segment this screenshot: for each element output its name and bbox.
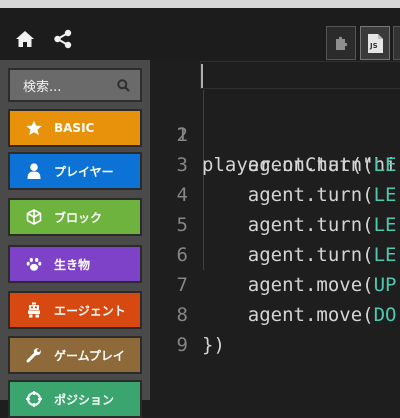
code-text[interactable]: agent.turn(LE — [202, 150, 397, 180]
editor-header: JS — [0, 8, 400, 60]
code-line[interactable]: 7 agent.move(DO — [150, 240, 397, 326]
code-line[interactable]: 8 }) — [150, 270, 225, 356]
search-icon[interactable] — [117, 78, 130, 92]
code-text[interactable]: agent.move(DO — [202, 300, 397, 330]
toolbox-search[interactable]: 検索... — [8, 68, 142, 102]
user-icon — [22, 163, 46, 179]
window-top-strip — [0, 0, 400, 8]
code-line-current[interactable]: 1 player.onChat("hi — [150, 60, 400, 176]
category-label: ゲームプレイ — [54, 348, 125, 363]
code-editor[interactable]: 1 player.onChat("hi 2 agent.turn(LE 3 ag… — [150, 60, 400, 400]
code-text[interactable]: agent.turn(LE — [202, 210, 397, 240]
blocks-mode-button[interactable] — [326, 26, 356, 60]
code-line[interactable]: 4 agent.turn(LE — [150, 150, 397, 236]
code-line[interactable]: 6 agent.move(UP — [150, 210, 397, 296]
share-icon[interactable] — [52, 28, 74, 50]
code-line[interactable]: 3 agent.turn(LE — [150, 120, 397, 206]
position-icon — [22, 391, 46, 407]
current-line-highlight — [200, 61, 400, 89]
category-label: ブロック — [54, 210, 103, 225]
wrench-icon — [22, 347, 46, 363]
category-player[interactable]: プレイヤー — [8, 152, 142, 190]
code-line[interactable]: 5 agent.turn(LE — [150, 180, 397, 266]
javascript-mode-button[interactable]: JS — [360, 26, 390, 60]
paw-icon — [22, 256, 46, 272]
category-label: エージェント — [54, 303, 126, 318]
js-mode-label: JS — [370, 42, 378, 50]
robot-icon — [22, 302, 46, 318]
code-line[interactable]: 9 — [150, 300, 196, 356]
third-mode-button[interactable] — [393, 26, 400, 60]
code-text[interactable]: agent.turn(LE — [202, 180, 397, 210]
line-number: 9 — [176, 334, 188, 356]
home-icon[interactable] — [14, 28, 36, 50]
text-cursor — [201, 64, 203, 88]
category-mobs[interactable]: 生き物 — [8, 245, 142, 283]
code-text[interactable]: agent.turn(LE — [202, 240, 397, 270]
code-text[interactable]: }) — [202, 330, 225, 360]
category-blocks[interactable]: ブロック — [8, 198, 142, 236]
code-line[interactable]: 2 agent.turn(LE — [150, 90, 397, 176]
star-icon — [22, 120, 46, 136]
category-label: プレイヤー — [54, 164, 114, 179]
category-gameplay[interactable]: ゲームプレイ — [8, 336, 142, 374]
category-agent[interactable]: エージェント — [8, 291, 142, 329]
toolbox-sidebar: 検索... BASIC プレイヤー ブロック 生き物 エージェント ゲームプレイ… — [0, 60, 150, 418]
category-label: BASIC — [54, 121, 95, 135]
category-label: ポジション — [54, 392, 115, 407]
puzzle-icon — [334, 35, 348, 55]
cube-icon — [22, 209, 46, 225]
category-positions[interactable]: ポジション — [8, 380, 142, 418]
category-label: 生き物 — [54, 257, 91, 272]
category-basic[interactable]: BASIC — [8, 109, 142, 147]
search-input[interactable]: 検索... — [23, 76, 117, 95]
code-text[interactable]: agent.move(UP — [202, 270, 397, 300]
